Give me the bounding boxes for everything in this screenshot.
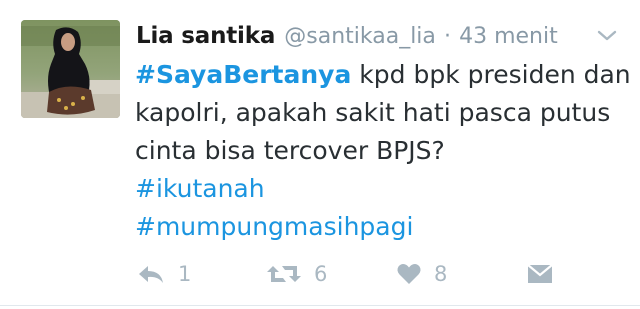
divider — [0, 305, 640, 306]
retweet-icon — [267, 266, 301, 282]
hashtag-link[interactable]: #mumpungmasihpagi — [135, 208, 625, 246]
reply-icon — [139, 266, 163, 283]
avatar[interactable] — [21, 20, 120, 118]
tweet-card[interactable]: Lia santika @santikaa_lia · 43 menit #Sa… — [0, 0, 640, 309]
retweet-button[interactable]: 6 — [266, 255, 327, 293]
reply-count: 1 — [178, 262, 192, 286]
display-name[interactable]: Lia santika — [136, 23, 275, 49]
like-count: 8 — [434, 262, 448, 286]
avatar-photo — [21, 20, 120, 118]
chevron-down-icon[interactable] — [596, 28, 618, 44]
hashtag-link[interactable]: #ikutanah — [135, 170, 625, 208]
tweet-line-1: #SayaBertanya kpd bpk presiden dan — [135, 56, 631, 94]
tweet-line-3: cinta bisa tercover BPJS? — [135, 136, 445, 165]
separator-dot: · — [444, 24, 451, 49]
user-handle[interactable]: @santikaa_lia — [284, 24, 436, 49]
direct-message-button[interactable] — [526, 255, 554, 293]
envelope-icon — [527, 264, 553, 283]
tweet-line-2: kapolri, apakah sakit hati pasca putus — [135, 98, 611, 127]
tweet-actions: 1 6 8 — [0, 255, 640, 293]
tweet-text-segment: kpd bpk presiden dan — [351, 60, 631, 89]
timestamp[interactable]: 43 menit — [459, 24, 558, 49]
reply-button[interactable]: 1 — [136, 255, 191, 293]
tweet-text: #SayaBertanya kpd bpk presiden dan kapol… — [135, 56, 631, 246]
like-button[interactable]: 8 — [396, 255, 447, 293]
heart-icon — [397, 264, 421, 284]
hashtag-link[interactable]: #SayaBertanya — [135, 60, 351, 89]
retweet-count: 6 — [314, 262, 328, 286]
tweet-header: Lia santika @santikaa_lia · 43 menit — [136, 19, 558, 53]
